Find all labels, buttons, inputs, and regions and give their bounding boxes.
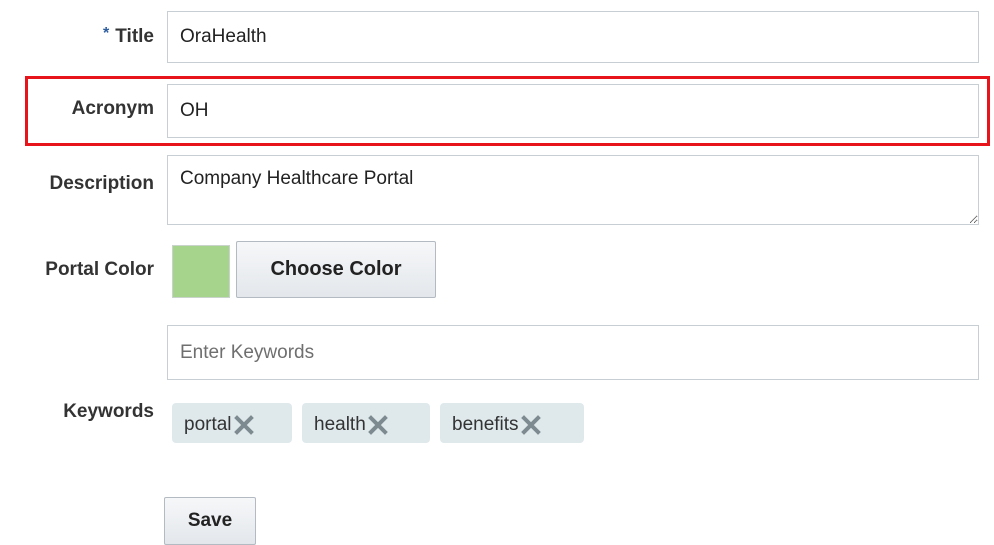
title-label-text: Title: [115, 26, 154, 47]
portal-color-swatch[interactable]: [172, 245, 230, 298]
keyword-tag-portal: portal: [172, 403, 292, 443]
keyword-tag-label: health: [314, 414, 366, 435]
close-x-icon[interactable]: [233, 414, 255, 436]
acronym-input[interactable]: [167, 84, 979, 138]
close-x-icon[interactable]: [520, 414, 542, 436]
close-x-icon[interactable]: [367, 414, 389, 436]
keyword-tag-label: benefits: [452, 414, 519, 435]
keyword-tag-benefits: benefits: [440, 403, 584, 443]
keywords-label: Keywords: [63, 401, 154, 422]
description-label: Description: [49, 173, 154, 194]
description-textarea[interactable]: Company Healthcare Portal: [167, 155, 979, 225]
acronym-label: Acronym: [71, 98, 154, 119]
title-label: * Title: [103, 25, 154, 48]
title-input[interactable]: [167, 11, 979, 63]
save-button[interactable]: Save: [164, 497, 256, 545]
keywords-input[interactable]: [167, 325, 979, 380]
portal-color-label: Portal Color: [45, 259, 154, 280]
required-marker: *: [103, 25, 110, 42]
choose-color-button[interactable]: Choose Color: [236, 241, 436, 298]
keyword-tag-health: health: [302, 403, 430, 443]
keyword-tag-label: portal: [184, 414, 232, 435]
